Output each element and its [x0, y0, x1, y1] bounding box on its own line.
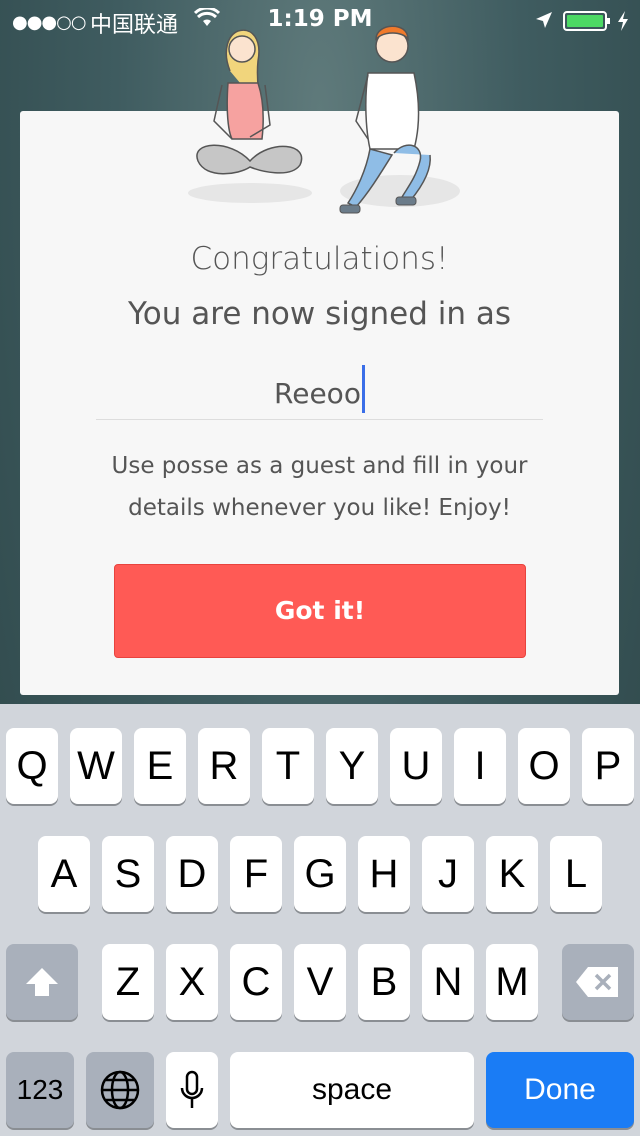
globe-icon	[100, 1070, 140, 1110]
globe-key[interactable]	[86, 1052, 154, 1128]
guest-message: Use posse as a guest and fill in your de…	[111, 453, 528, 521]
key-h[interactable]: H	[358, 836, 410, 912]
key-f[interactable]: F	[230, 836, 282, 912]
space-key[interactable]: space	[230, 1052, 474, 1128]
shift-key[interactable]	[6, 944, 78, 1020]
location-arrow-icon	[536, 12, 552, 28]
key-p[interactable]: P	[582, 728, 634, 804]
key-z[interactable]: Z	[102, 944, 154, 1020]
dictation-key[interactable]	[166, 1052, 218, 1128]
numbers-key[interactable]: 123	[6, 1052, 74, 1128]
key-s[interactable]: S	[102, 836, 154, 912]
key-g[interactable]: G	[294, 836, 346, 912]
key-e[interactable]: E	[134, 728, 186, 804]
congrats-heading: Congratulations!	[190, 241, 449, 277]
key-r[interactable]: R	[198, 728, 250, 804]
key-m[interactable]: M	[486, 944, 538, 1020]
got-it-button[interactable]: Got it!	[114, 564, 526, 658]
microphone-icon	[180, 1070, 204, 1108]
key-a[interactable]: A	[38, 836, 90, 912]
key-n[interactable]: N	[422, 944, 474, 1020]
key-i[interactable]: I	[454, 728, 506, 804]
delete-key[interactable]	[562, 944, 634, 1020]
signed-in-text: You are now signed in as	[127, 296, 512, 332]
key-y[interactable]: Y	[326, 728, 378, 804]
charging-bolt-icon	[618, 11, 628, 31]
done-key[interactable]: Done	[486, 1052, 634, 1128]
key-c[interactable]: C	[230, 944, 282, 1020]
username-field[interactable]: Reeoo	[20, 365, 619, 413]
username-value: Reeoo	[274, 377, 361, 410]
text-cursor	[361, 365, 365, 413]
key-x[interactable]: X	[166, 944, 218, 1020]
key-u[interactable]: U	[390, 728, 442, 804]
key-v[interactable]: V	[294, 944, 346, 1020]
key-d[interactable]: D	[166, 836, 218, 912]
username-underline	[96, 419, 543, 420]
key-o[interactable]: O	[518, 728, 570, 804]
battery-icon	[563, 11, 610, 31]
welcome-dialog: Congratulations! You are now signed in a…	[20, 25, 619, 695]
key-w[interactable]: W	[70, 728, 122, 804]
key-b[interactable]: B	[358, 944, 410, 1020]
key-q[interactable]: Q	[6, 728, 58, 804]
shift-arrow-icon	[26, 968, 58, 996]
backspace-icon	[576, 967, 618, 997]
key-j[interactable]: J	[422, 836, 474, 912]
keyboard: Q W E R T Y U I O P A S D F G H J K L Z …	[0, 704, 640, 1136]
people-illustration	[188, 25, 460, 214]
key-l[interactable]: L	[550, 836, 602, 912]
key-t[interactable]: T	[262, 728, 314, 804]
key-k[interactable]: K	[486, 836, 538, 912]
